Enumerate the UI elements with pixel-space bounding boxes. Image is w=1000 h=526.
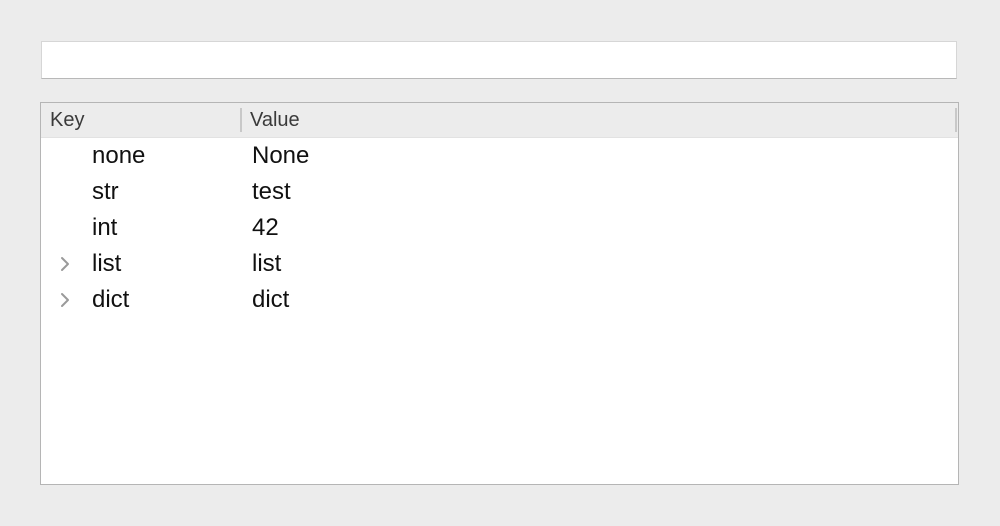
row-value: None — [252, 142, 310, 169]
row-key: str — [92, 178, 119, 205]
tree-row-none[interactable]: none None — [41, 138, 958, 174]
row-key: dict — [92, 286, 130, 313]
column-divider[interactable] — [955, 108, 957, 132]
column-header-value[interactable]: Value — [250, 103, 850, 137]
row-value: dict — [252, 286, 290, 313]
key-value-tree[interactable]: Key Value none None str test int 42 list… — [40, 102, 959, 485]
tree-header: Key Value — [41, 103, 958, 138]
chevron-right-icon[interactable] — [57, 282, 73, 318]
column-header-key[interactable]: Key — [50, 103, 240, 137]
chevron-right-icon[interactable] — [57, 246, 73, 282]
tree-row-str[interactable]: str test — [41, 174, 958, 210]
row-key: none — [92, 142, 146, 169]
row-key: list — [92, 250, 122, 277]
row-value: 42 — [252, 214, 279, 241]
row-value: list — [252, 250, 282, 277]
column-divider[interactable] — [240, 108, 242, 132]
tree-row-int[interactable]: int 42 — [41, 210, 958, 246]
tree-body: none None str test int 42 list list dict… — [41, 138, 958, 318]
row-key: int — [92, 214, 118, 241]
row-value: test — [252, 178, 291, 205]
tree-row-list[interactable]: list list — [41, 246, 958, 282]
search-input[interactable] — [41, 41, 957, 79]
tree-row-dict[interactable]: dict dict — [41, 282, 958, 318]
